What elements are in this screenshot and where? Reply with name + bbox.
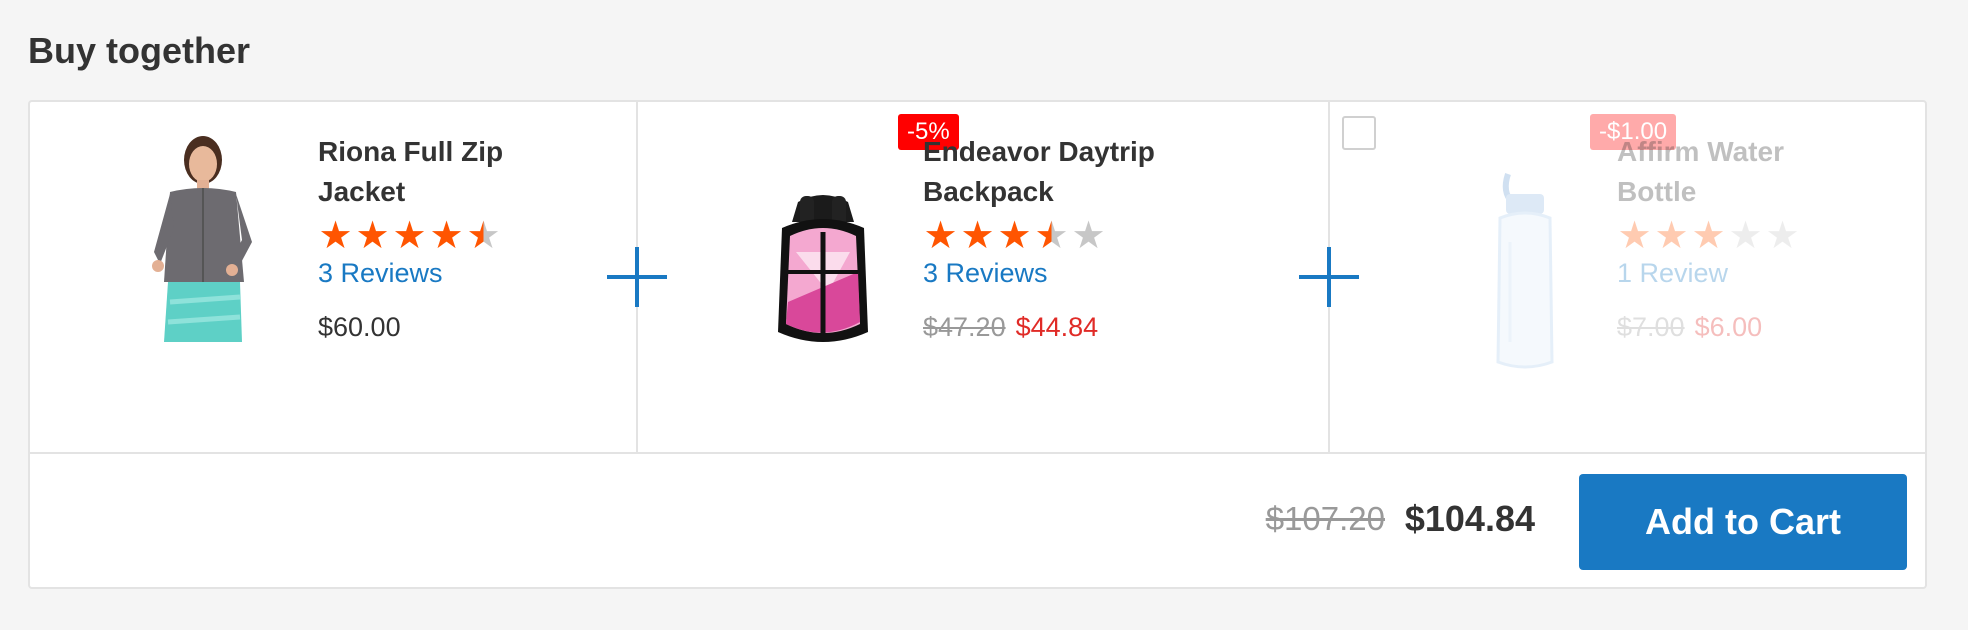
total-price: $104.84: [1404, 498, 1535, 539]
product-price: $60.00: [318, 312, 401, 342]
product-name[interactable]: Riona Full Zip Jacket: [318, 132, 578, 212]
plus-icon: [607, 247, 667, 307]
old-price: $7.00: [1617, 312, 1685, 342]
star-icon: ★: [960, 215, 995, 257]
star-half-icon: ★: [466, 215, 501, 257]
add-to-cart-button[interactable]: Add to Cart: [1579, 474, 1907, 570]
star-icon: ★: [318, 215, 353, 257]
star-half-icon: ★: [1034, 215, 1069, 257]
star-icon: ★: [1071, 215, 1106, 257]
total-old-price: $107.20: [1265, 500, 1385, 537]
product-item-jacket: Riona Full Zip Jacket ★ ★ ★ ★ ★ 3 Review…: [30, 102, 636, 452]
product-price-group: $7.00 $6.00: [1617, 312, 1762, 343]
star-icon: ★: [355, 215, 390, 257]
jacket-photo[interactable]: [140, 132, 290, 342]
sale-price: $44.84: [1015, 312, 1099, 342]
sale-price: $6.00: [1694, 312, 1763, 342]
star-icon: ★: [1654, 215, 1689, 257]
reviews-link[interactable]: 3 Reviews: [318, 258, 443, 289]
product-item-water-bottle: -$1.00 Affirm Water Bottle ★ ★ ★ ★ ★ 1 R…: [1328, 102, 1927, 452]
product-name[interactable]: Affirm Water Bottle: [1617, 132, 1877, 212]
star-icon: ★: [1691, 215, 1726, 257]
product-item-backpack: -5% Endeavor Daytrip Backpack ★ ★ ★ ★ ★: [636, 102, 1328, 452]
section-title: Buy together: [28, 30, 251, 71]
star-icon: ★: [997, 215, 1032, 257]
product-name[interactable]: Endeavor Daytrip Backpack: [923, 132, 1183, 212]
star-icon: ★: [429, 215, 464, 257]
rating-stars: ★ ★ ★ ★ ★: [1617, 217, 1800, 255]
star-icon: ★: [1617, 215, 1652, 257]
water-bottle-photo[interactable]: [1490, 172, 1560, 372]
star-icon: ★: [1728, 215, 1763, 257]
rating-stars: ★ ★ ★ ★ ★: [318, 217, 501, 255]
old-price: $47.20: [923, 312, 1006, 342]
select-checkbox[interactable]: [1342, 116, 1376, 150]
reviews-link[interactable]: 3 Reviews: [923, 258, 1048, 289]
product-price-group: $47.20 $44.84: [923, 312, 1098, 343]
rating-stars: ★ ★ ★ ★ ★: [923, 217, 1106, 255]
star-icon: ★: [392, 215, 427, 257]
bundle-footer: $107.20 $104.84 Add to Cart: [30, 452, 1925, 589]
star-icon: ★: [1765, 215, 1800, 257]
bundle-panel: Riona Full Zip Jacket ★ ★ ★ ★ ★ 3 Review…: [28, 100, 1927, 589]
reviews-link[interactable]: 1 Review: [1617, 258, 1728, 289]
plus-icon: [1299, 247, 1359, 307]
bundle-items: Riona Full Zip Jacket ★ ★ ★ ★ ★ 3 Review…: [30, 102, 1925, 454]
backpack-photo[interactable]: [768, 192, 878, 352]
star-icon: ★: [923, 215, 958, 257]
